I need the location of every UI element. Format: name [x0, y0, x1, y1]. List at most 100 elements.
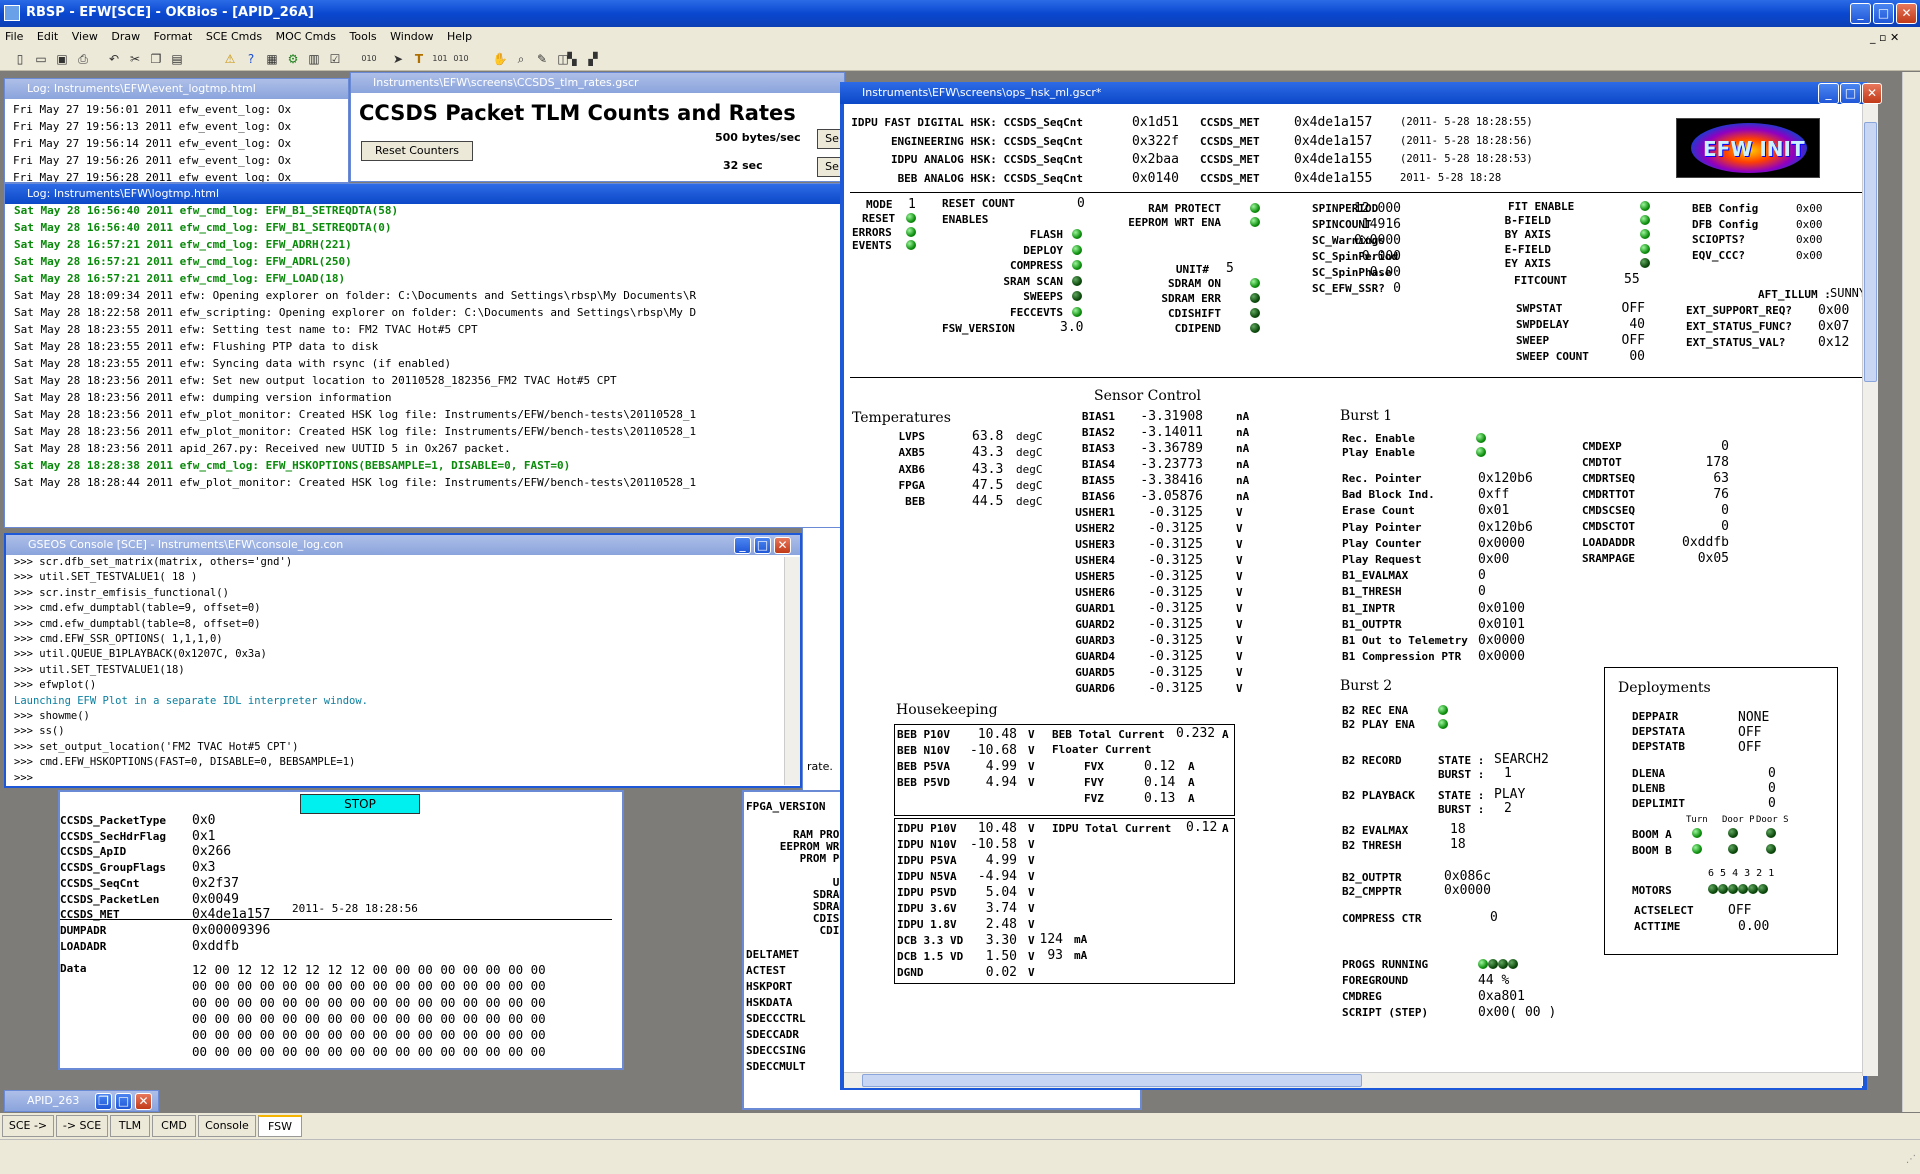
ops-close-button[interactable]: ✕ — [1862, 83, 1882, 104]
tab-console[interactable]: Console — [198, 1115, 256, 1137]
ram-protect-label: RAM PROTECT — [1148, 202, 1221, 215]
maximize-button[interactable]: □ — [1873, 3, 1894, 24]
deploy-value: 0 — [1768, 796, 1776, 811]
cascade-icon[interactable]: ▞ — [585, 51, 601, 67]
paste-icon[interactable]: ▤ — [169, 51, 185, 67]
console-maximize-button[interactable]: □ — [754, 537, 771, 554]
console-minimize-button[interactable]: _ — [734, 537, 751, 554]
event-log-title[interactable]: Log: Instruments\EFW\event_logtmp.html — [5, 79, 348, 99]
apid263-minimized[interactable]: APID_263 ❐ □ ✕ — [4, 1090, 159, 1112]
warning-icon[interactable]: ⚠ — [222, 51, 238, 67]
console-window: GSEOS Console [SCE] - Instruments\EFW\co… — [4, 533, 802, 788]
tab-tlm[interactable]: TLM — [110, 1115, 150, 1137]
log-title[interactable]: Log: Instruments\EFW\logtmp.html — [5, 184, 841, 204]
tab-sce-in[interactable]: -> SCE — [56, 1115, 108, 1137]
tab-sce-out[interactable]: SCE -> — [2, 1115, 54, 1137]
cut-icon[interactable]: ✂ — [127, 51, 143, 67]
menu-file[interactable]: File — [0, 30, 28, 43]
console-line: >>> cmd.efw_dumptabl(table=9, offset=0) — [14, 602, 261, 615]
menu-draw[interactable]: Draw — [106, 30, 145, 43]
reset-counters-button[interactable]: Reset Counters — [361, 141, 473, 161]
grid-icon[interactable]: ▥ — [306, 51, 322, 67]
pen-icon[interactable]: ✎ — [534, 51, 550, 67]
b2-thresh-label: B2 THRESH — [1342, 839, 1402, 852]
close-button[interactable]: ✕ — [1896, 3, 1917, 24]
info-icon[interactable]: ? — [243, 51, 259, 67]
hidden-label: FPGA_VERSION — [746, 800, 826, 813]
tab-fsw[interactable]: FSW — [258, 1115, 302, 1137]
app-icon — [4, 5, 20, 21]
menu-tools[interactable]: Tools — [345, 30, 382, 43]
hidden-label: PROM PO — [799, 852, 846, 865]
menu-moc-cmds[interactable]: MOC Cmds — [271, 30, 341, 43]
menu-view[interactable]: View — [67, 30, 103, 43]
b1-value: 0x00 — [1478, 552, 1510, 567]
console-line: >>> util.QUEUE_B1PLAYBACK(0x1207C, 0x3a) — [14, 648, 267, 661]
menu-edit[interactable]: Edit — [32, 30, 63, 43]
apid263-maximize-button[interactable]: □ — [115, 1093, 132, 1110]
save-icon[interactable]: ▣ — [54, 51, 70, 67]
apid263-title: APID_263 — [27, 1094, 80, 1107]
undo-icon[interactable]: ↶ — [106, 51, 122, 67]
console-scrollbar[interactable] — [784, 557, 800, 785]
hand-icon[interactable]: ✋ — [492, 51, 508, 67]
idpu-v-value: 5.04 — [985, 885, 1017, 900]
pointer-icon[interactable]: ➤ — [390, 51, 406, 67]
mdi-controls[interactable]: _ ▫ ✕ — [1870, 31, 1899, 44]
log-line: Sat May 28 18:28:44 2011 efw_plot_monito… — [14, 476, 697, 489]
toolbar: ▯ ▭ ▣ ⎙ ↶ ✂ ❐ ▤ ⚠ ? ▦ ⚙ ▥ ☑ 010 ➤ T 101 … — [0, 47, 1920, 71]
new-icon[interactable]: ▯ — [12, 51, 28, 67]
apid263-restore-button[interactable]: ❐ — [95, 1093, 112, 1110]
open-icon[interactable]: ▭ — [33, 51, 49, 67]
tab-cmd[interactable]: CMD — [152, 1115, 196, 1137]
hidden-plot-strip: rate. — [802, 528, 842, 790]
ey-axis-label: EY AXIS — [1504, 257, 1551, 270]
hidden-label: DELTAMET — [746, 948, 799, 961]
log-window: Log: Instruments\EFW\logtmp.html Sat May… — [4, 183, 842, 528]
copy-icon[interactable]: ❐ — [148, 51, 164, 67]
sensor-value: -3.14011 — [1140, 425, 1203, 440]
binary-icon[interactable]: 010 — [361, 51, 377, 67]
status-led — [1766, 828, 1776, 838]
cmd-value: 76 — [1713, 487, 1729, 502]
idpu-v-label: IDPU P5VD — [897, 886, 957, 899]
print-icon[interactable]: ⎙ — [75, 51, 91, 67]
menu-help[interactable]: Help — [442, 30, 477, 43]
apid263-close-button[interactable]: ✕ — [135, 1093, 152, 1110]
door-header: Door P — [1722, 815, 1755, 825]
floater-value: 0.14 — [1144, 775, 1176, 790]
data-row: 00 00 00 00 00 00 00 00 00 00 00 00 00 0… — [192, 1010, 546, 1026]
ops-horizontal-scrollbar[interactable] — [844, 1072, 1862, 1088]
tlm-rates-title[interactable]: Instruments\EFW\screens\CCSDS_tlm_rates.… — [351, 73, 844, 93]
console-line: >>> showme() — [14, 710, 90, 723]
console-line: >>> cmd.efw_dumptabl(table=8, offset=0) — [14, 617, 261, 630]
gear-icon[interactable]: ⚙ — [285, 51, 301, 67]
text-icon[interactable]: T — [411, 51, 427, 67]
ops-vertical-scrollbar[interactable] — [1862, 104, 1878, 1076]
console-title[interactable]: GSEOS Console [SCE] - Instruments\EFW\co… — [6, 535, 800, 555]
zoom-icon[interactable]: ⌕ — [513, 51, 529, 67]
mdi-scrollbar[interactable] — [1902, 72, 1920, 1112]
sensor-unit: V — [1236, 506, 1243, 519]
floater-label: FVZ — [1084, 792, 1104, 805]
minimize-button[interactable]: _ — [1850, 3, 1871, 24]
ops-maximize-button[interactable]: □ — [1840, 83, 1861, 104]
menu-window[interactable]: Window — [385, 30, 438, 43]
log-text: Sat May 28 16:56:40 2011 efw_cmd_log: EF… — [14, 202, 696, 491]
ops-title[interactable]: Instruments\EFW\screens\ops_hsk_ml.gscr* — [840, 82, 1867, 104]
window-icon[interactable]: ▦ — [264, 51, 280, 67]
sensor-value: -3.38416 — [1140, 473, 1203, 488]
hex-icon[interactable]: 101 — [432, 51, 448, 67]
cmd-value: 63 — [1713, 471, 1729, 486]
log-line: Fri May 27 19:56:26 2011 efw_event_log: … — [13, 154, 292, 167]
stop-button[interactable]: STOP — [300, 794, 420, 814]
ops-minimize-button[interactable]: _ — [1818, 83, 1839, 104]
menu-sce-cmds[interactable]: SCE Cmds — [201, 30, 267, 43]
hsk-seqcnt-label: BEB ANALOG HSK: CCSDS_SeqCnt — [897, 171, 1083, 185]
tile-icon[interactable]: ▚ — [564, 51, 580, 67]
menu-format[interactable]: Format — [149, 30, 198, 43]
data-icon[interactable]: 010 — [453, 51, 469, 67]
console-close-button[interactable]: ✕ — [774, 537, 791, 554]
sensor-unit: V — [1236, 554, 1243, 567]
checkbox-icon[interactable]: ☑ — [327, 51, 343, 67]
